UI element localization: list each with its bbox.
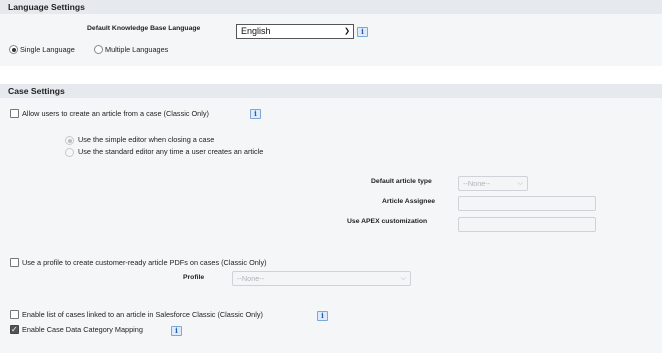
enable-data-category-label: Enable Case Data Category Mapping: [22, 325, 143, 334]
case-settings-header: Case Settings: [0, 84, 662, 98]
multiple-languages-radio[interactable]: [94, 45, 103, 54]
default-article-type-label: Default article type: [371, 178, 432, 185]
default-language-label: Default Knowledge Base Language: [87, 25, 201, 32]
simple-editor-radio[interactable]: [65, 136, 74, 145]
article-assignee-label: Article Assignee: [382, 198, 436, 205]
language-settings-header: Language Settings: [0, 0, 662, 14]
profile-label: Profile: [183, 274, 205, 281]
single-language-radio[interactable]: [9, 45, 18, 54]
info-icon[interactable]: i: [171, 326, 182, 336]
default-language-value: English: [241, 26, 271, 36]
info-icon[interactable]: i: [250, 109, 261, 119]
simple-editor-label: Use the simple editor when closing a cas…: [78, 135, 215, 144]
article-assignee-input[interactable]: [458, 196, 596, 211]
profile-select[interactable]: --None-- ⌵: [232, 271, 411, 286]
standard-editor-radio[interactable]: [65, 148, 74, 157]
chevron-down-icon: ❯: [344, 27, 350, 35]
multiple-languages-label: Multiple Languages: [105, 45, 169, 54]
default-article-type-value: --None--: [463, 179, 491, 188]
profile-pdf-checkbox[interactable]: [10, 258, 19, 267]
enable-list-linked-label: Enable list of cases linked to an articl…: [22, 310, 263, 319]
profile-value: --None--: [237, 274, 265, 283]
default-article-type-select[interactable]: --None-- ⌵: [458, 176, 528, 191]
chevron-down-icon: ⌵: [517, 179, 523, 187]
use-apex-label: Use APEX customization: [347, 218, 428, 225]
single-language-label: Single Language: [20, 45, 75, 54]
standard-editor-label: Use the standard editor any time a user …: [78, 147, 264, 156]
info-icon[interactable]: i: [357, 27, 368, 37]
allow-create-article-label: Allow users to create an article from a …: [22, 109, 209, 118]
allow-create-article-checkbox[interactable]: [10, 109, 19, 118]
enable-list-linked-checkbox[interactable]: [10, 310, 19, 319]
use-apex-input[interactable]: [458, 217, 596, 232]
chevron-down-icon: ⌵: [400, 274, 406, 282]
profile-pdf-label: Use a profile to create customer-ready a…: [22, 258, 267, 267]
default-language-select[interactable]: English ❯: [236, 24, 354, 39]
enable-data-category-checkbox[interactable]: [10, 325, 19, 334]
info-icon[interactable]: i: [317, 311, 328, 321]
language-settings-body: [0, 14, 662, 66]
